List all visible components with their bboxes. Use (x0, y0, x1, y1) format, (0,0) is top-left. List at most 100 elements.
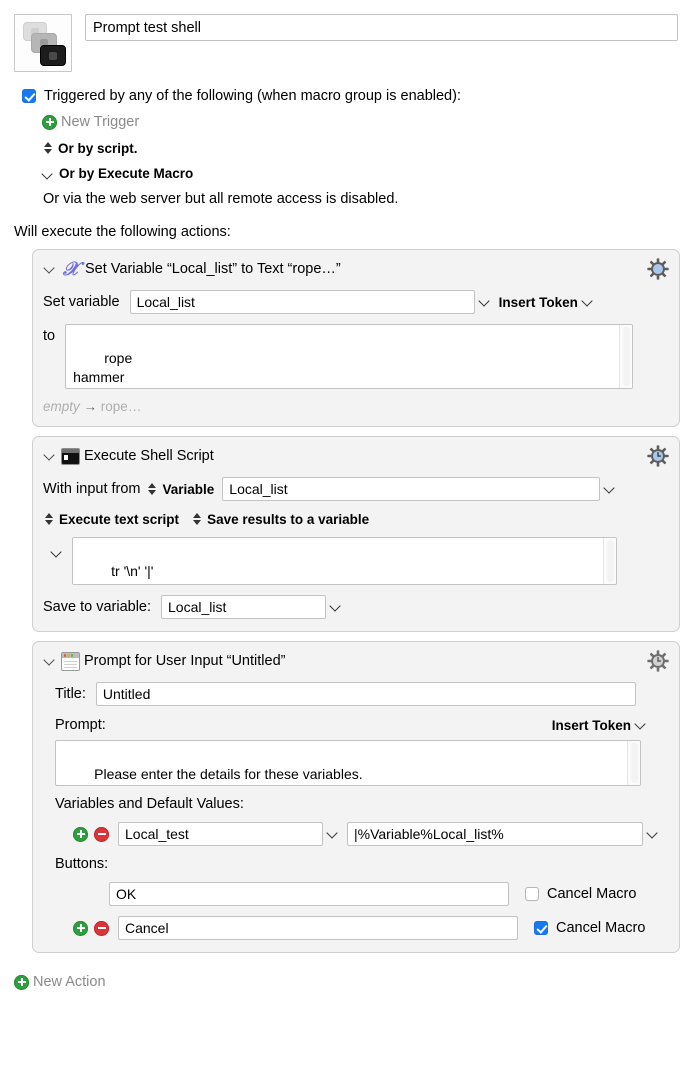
or-by-script-row[interactable]: Or by script. (22, 140, 678, 156)
textarea-scrollbar[interactable] (627, 741, 640, 785)
web-server-note: Or via the web server but all remote acc… (43, 191, 399, 207)
or-by-execute-macro-row[interactable]: Or by Execute Macro (22, 166, 678, 181)
insert-token-button[interactable]: Insert Token (499, 293, 598, 311)
prompt-label-row: Prompt: Insert Token (43, 716, 669, 734)
action-header: Prompt for User Input “Untitled” (43, 650, 669, 672)
disclosure-chevron-icon[interactable] (43, 654, 58, 668)
buttons-label-row: Buttons: (43, 856, 669, 872)
disclosure-chevron-icon[interactable] (43, 262, 58, 276)
action-header: 𝒳 Set Variable “Local_list” to Text “rop… (43, 258, 669, 280)
macro-keys-icon[interactable] (14, 14, 72, 72)
set-variable-x-icon: 𝒳 (62, 258, 80, 280)
chevron-down-icon[interactable] (42, 167, 54, 181)
terminal-icon (61, 447, 80, 465)
button-row: Cancel Cancel Macro (43, 916, 669, 940)
save-to-variable-input[interactable]: Local_list (161, 595, 327, 619)
or-by-script-label: Or by script. (58, 140, 138, 156)
action-result-preview: empty → rope… (43, 399, 669, 414)
variables-label-row: Variables and Default Values: (43, 796, 669, 812)
set-variable-label: Set variable (43, 294, 120, 310)
new-action-label: New Action (33, 974, 106, 990)
preview-after: rope… (100, 399, 142, 414)
remove-button-button[interactable] (94, 920, 109, 936)
prompt-text-input[interactable]: Please enter the details for these varia… (55, 740, 641, 786)
or-by-execute-macro-label: Or by Execute Macro (59, 166, 194, 181)
cancel-macro-label: Cancel Macro (547, 886, 637, 902)
save-mode-value[interactable]: Save results to a variable (207, 512, 369, 527)
shell-script-input[interactable]: tr '\n' '|' (72, 537, 617, 585)
save-mode-stepper-icon[interactable] (191, 511, 202, 527)
new-action-button[interactable]: New Action (0, 962, 690, 990)
insert-token-chevron-icon (578, 293, 598, 311)
key-shape-dark (40, 45, 66, 66)
set-variable-row: Set variable Local_list Insert Token (43, 290, 669, 314)
plus-circle-icon (42, 114, 57, 130)
shell-input-variable-value: Local_list (229, 481, 288, 497)
action-execute-shell-script[interactable]: Execute Shell Script With input from Var… (32, 436, 680, 632)
prompt-title-input[interactable]: Untitled (95, 682, 636, 706)
button-label-input[interactable]: OK (109, 882, 509, 906)
shell-script-row: tr '\n' '|' (43, 537, 669, 585)
triggered-by-label: Triggered by any of the following (when … (44, 88, 461, 104)
stepper-updown-icon[interactable] (42, 140, 53, 156)
variable-name-dropdown-chevron-icon[interactable] (323, 825, 343, 843)
gear-icon[interactable] (647, 258, 669, 280)
shell-save-row: Save to variable: Local_list (43, 595, 669, 619)
button-label-value: Cancel (125, 920, 169, 936)
action-header: Execute Shell Script (43, 445, 669, 467)
add-button-button[interactable] (73, 920, 88, 936)
save-to-variable-dropdown-chevron-icon[interactable] (326, 598, 346, 616)
macro-header: Prompt test shell (0, 0, 690, 72)
variable-default-dropdown-chevron-icon[interactable] (643, 825, 663, 843)
shell-input-variable-dropdown-chevron-icon[interactable] (600, 480, 620, 498)
script-disclosure-chevron-icon[interactable] (51, 545, 63, 559)
remove-variable-button[interactable] (94, 826, 109, 842)
action-prompt-for-user-input[interactable]: Prompt for User Input “Untitled” Title: … (32, 641, 680, 953)
shell-input-source-row: With input from Variable Local_list (43, 477, 669, 501)
prompt-text-value: Please enter the details for these varia… (94, 766, 363, 782)
new-trigger-button[interactable]: New Trigger (22, 114, 678, 130)
set-variable-text-input[interactable]: rope hammer screwdriver (65, 324, 634, 389)
insert-token-label: Insert Token (551, 717, 631, 733)
triggered-by-checkbox[interactable] (22, 89, 36, 103)
textarea-scrollbar[interactable] (603, 538, 616, 584)
cancel-macro-checkbox[interactable] (534, 921, 548, 935)
preview-before: empty (43, 399, 80, 414)
buttons-label: Buttons: (55, 856, 109, 872)
add-variable-button[interactable] (73, 826, 88, 842)
macro-title-input[interactable]: Prompt test shell (85, 14, 678, 41)
gear-clock-icon[interactable] (647, 650, 669, 672)
prompt-title-row: Title: Untitled (43, 682, 669, 706)
prompt-label: Prompt: (55, 717, 106, 733)
textarea-scrollbar[interactable] (619, 325, 633, 388)
insert-token-button[interactable]: Insert Token (552, 716, 651, 734)
cancel-macro-checkbox[interactable] (525, 887, 539, 901)
variable-name-dropdown-chevron-icon[interactable] (475, 293, 495, 311)
variable-name-input[interactable]: Local_list (129, 290, 475, 314)
execute-mode-stepper-icon[interactable] (43, 511, 54, 527)
button-label-input[interactable]: Cancel (118, 916, 518, 940)
input-source-value[interactable]: Variable (163, 482, 215, 497)
action-set-variable[interactable]: 𝒳 Set Variable “Local_list” to Text “rop… (32, 249, 680, 427)
preview-arrow: → (83, 399, 98, 414)
prompt-window-icon (61, 651, 80, 671)
execute-mode-value[interactable]: Execute text script (59, 512, 179, 527)
save-to-variable-label: Save to variable: (43, 599, 152, 615)
variables-and-defaults-label: Variables and Default Values: (55, 796, 244, 812)
gear-clock-icon[interactable] (647, 445, 669, 467)
variable-name-value: Local_test (125, 826, 189, 842)
actions-list: 𝒳 Set Variable “Local_list” to Text “rop… (0, 249, 690, 953)
shell-script-value: tr '\n' '|' (111, 563, 154, 579)
input-source-stepper-icon[interactable] (147, 481, 158, 497)
action-title: Execute Shell Script (84, 448, 214, 464)
insert-token-label: Insert Token (498, 294, 578, 310)
disclosure-chevron-icon[interactable] (43, 449, 58, 463)
trigger-enabled-row: Triggered by any of the following (when … (22, 88, 678, 104)
variable-default-value-input[interactable]: |%Variable%Local_list% (347, 822, 643, 846)
new-trigger-label: New Trigger (61, 114, 140, 130)
shell-mode-row: Execute text script Save results to a va… (43, 511, 669, 527)
shell-input-variable-input[interactable]: Local_list (222, 477, 601, 501)
macro-title-value: Prompt test shell (93, 19, 201, 36)
variable-name-input[interactable]: Local_test (118, 822, 323, 846)
actions-header: Will execute the following actions: (14, 224, 231, 240)
